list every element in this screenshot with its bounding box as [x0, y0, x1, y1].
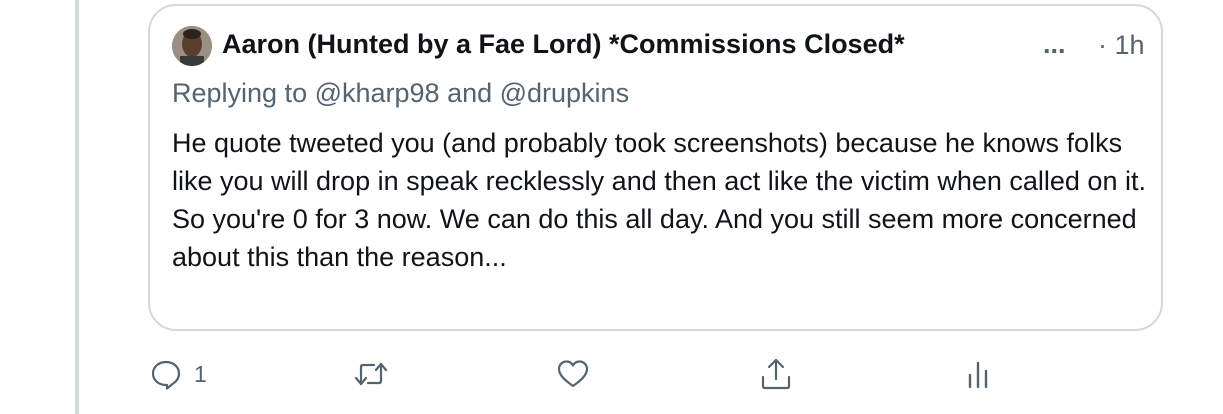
analytics-button[interactable]	[966, 354, 992, 394]
retweet-icon	[353, 358, 389, 390]
avatar[interactable]	[172, 26, 212, 66]
retweet-button[interactable]	[353, 354, 389, 394]
quoted-tweet-card[interactable]: Aaron (Hunted by a Fae Lord) *Commission…	[148, 4, 1163, 331]
share-icon	[759, 357, 793, 391]
name-truncation-ellipsis: ...	[1043, 29, 1066, 59]
analytics-icon	[966, 357, 992, 391]
replying-to-line[interactable]: Replying to @kharp98 and @drupkins	[172, 78, 629, 109]
share-button[interactable]	[759, 354, 793, 394]
reply-icon	[150, 358, 182, 390]
like-button[interactable]	[556, 354, 590, 394]
reply-count: 1	[194, 360, 207, 387]
tweet-text: He quote tweeted you (and probably took …	[172, 128, 1146, 272]
tweet-timestamp[interactable]: · 1h	[1098, 30, 1145, 61]
author-name[interactable]: Aaron (Hunted by a Fae Lord) *Commission…	[222, 29, 905, 60]
like-icon	[556, 358, 590, 390]
tweet-action-bar: 1	[0, 348, 1223, 398]
reply-button[interactable]: 1	[150, 354, 207, 394]
